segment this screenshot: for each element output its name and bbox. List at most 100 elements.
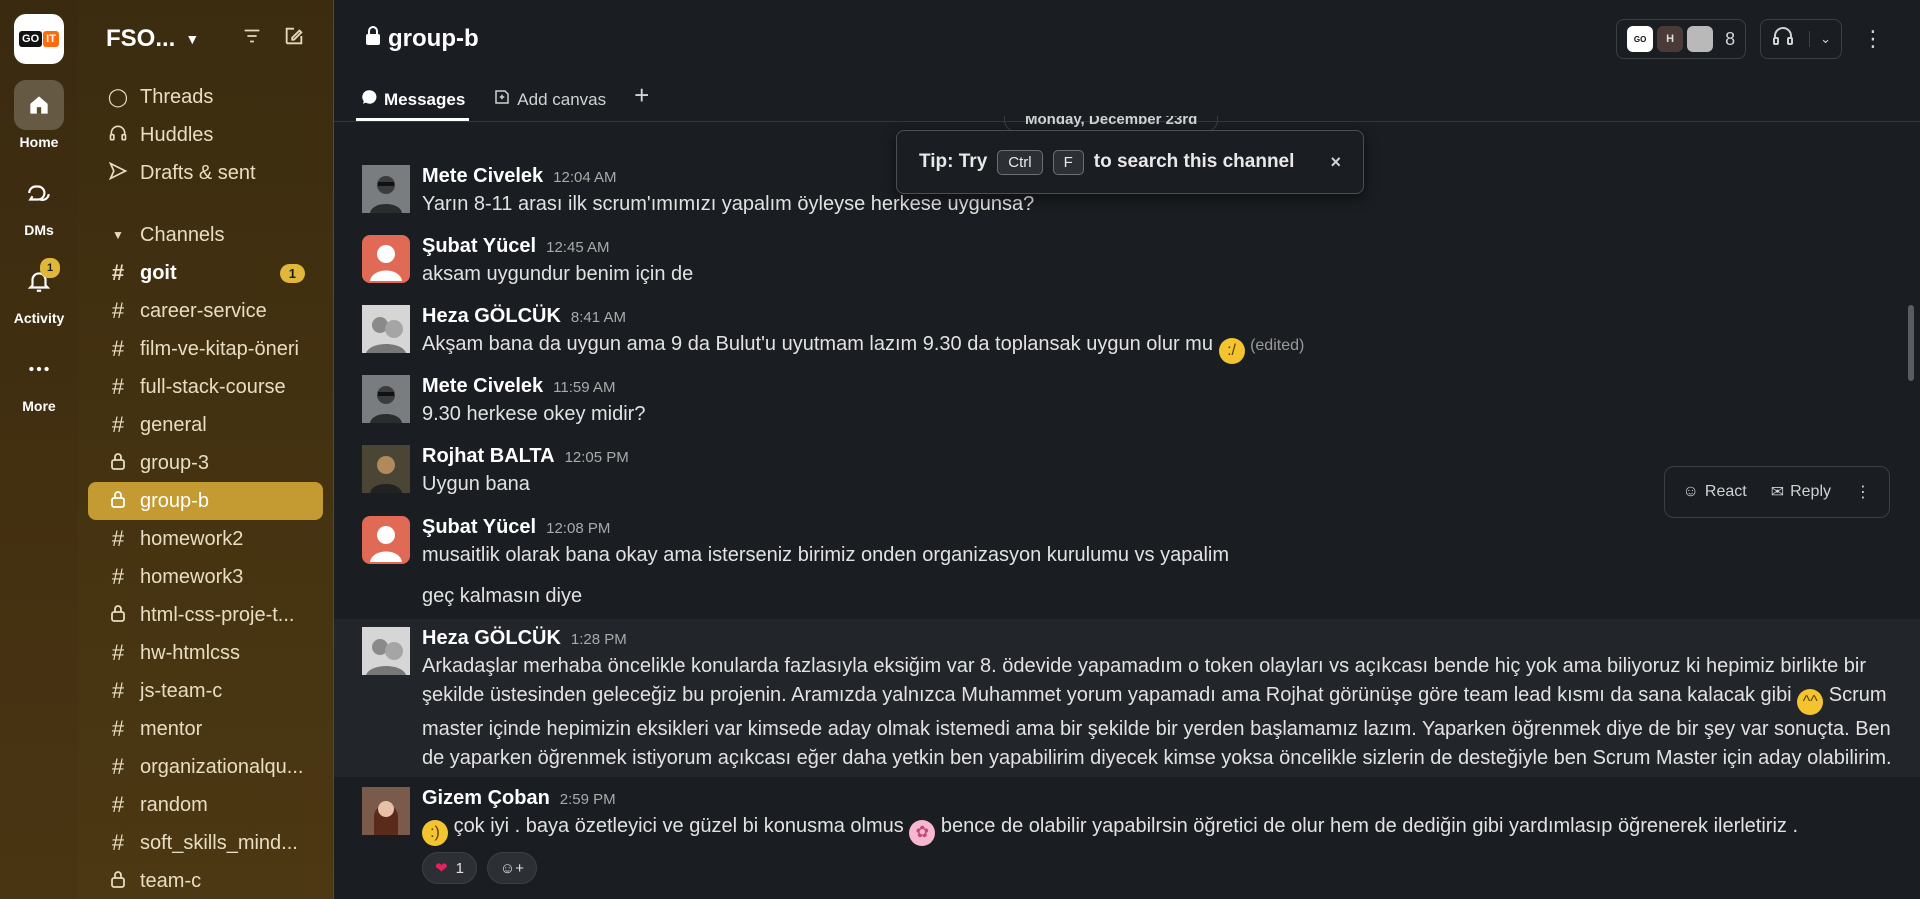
message-author[interactable]: Mete Civelek xyxy=(422,375,543,398)
chevron-down-icon[interactable]: ⌄ xyxy=(1809,31,1831,47)
message-text: Yarın 8-11 arası ilk scrum'ımımızı yapal… xyxy=(422,193,1035,215)
huddle-button[interactable]: ⌄ xyxy=(1760,19,1842,59)
tab-add-canvas[interactable]: Add canvas xyxy=(489,88,610,121)
rail-home[interactable]: Home xyxy=(0,80,78,150)
rail-more[interactable]: More xyxy=(0,344,78,414)
nav-threads-label: Threads xyxy=(140,85,214,108)
send-icon xyxy=(106,161,130,186)
channel-item[interactable]: # homework3 xyxy=(88,558,323,596)
tab-messages[interactable]: Messages xyxy=(356,88,470,121)
channel-item[interactable]: # hw-htmlcss xyxy=(88,634,323,672)
message[interactable]: Heza GÖLCÜK 8:41 AM Akşam bana da uygun … xyxy=(362,305,1902,364)
channel-item[interactable]: # career-service xyxy=(88,292,323,330)
nav-drafts[interactable]: Drafts & sent xyxy=(88,154,323,192)
message-author[interactable]: Rojhat BALTA xyxy=(422,445,555,468)
channel-item[interactable]: # goit 1 xyxy=(88,254,323,292)
channel-label: full-stack-course xyxy=(140,375,286,398)
avatar[interactable] xyxy=(362,787,410,835)
channel-sidebar: FSO... ▼ ◯ Threads Huddles Drafts & sent… xyxy=(78,0,334,899)
avatar[interactable] xyxy=(362,165,410,213)
message-time[interactable]: 12:04 AM xyxy=(553,169,616,186)
message-text-part-a: Arkadaşlar merhaba öncelikle konularda f… xyxy=(422,655,1867,706)
message-text-body: Akşam bana da uygun ama 9 da Bulut'u uyu… xyxy=(422,333,1213,355)
message-text: musaitlik olarak bana okay ama isterseni… xyxy=(422,544,1230,566)
hash-icon: # xyxy=(111,374,125,399)
channel-item[interactable]: # js-team-c xyxy=(88,672,323,710)
workspace-header: FSO... ▼ xyxy=(78,0,333,78)
filter-icon[interactable] xyxy=(241,25,263,53)
more-icon xyxy=(14,344,64,394)
message-author[interactable]: Şubat Yücel xyxy=(422,235,536,258)
nav-huddles[interactable]: Huddles xyxy=(88,116,323,154)
avatar[interactable] xyxy=(362,235,410,283)
channels-section-header[interactable]: ▼ Channels xyxy=(88,216,323,254)
reaction-count: 1 xyxy=(455,859,464,877)
close-icon[interactable]: × xyxy=(1330,152,1341,173)
message-author[interactable]: Şubat Yücel xyxy=(422,516,536,539)
rail-dms[interactable]: DMs xyxy=(0,168,78,238)
channel-label: mentor xyxy=(140,717,203,740)
message-time[interactable]: 11:59 AM xyxy=(553,379,615,396)
workspace-logo[interactable]: GO IT xyxy=(14,14,64,64)
member-count: 8 xyxy=(1725,28,1736,49)
avatar[interactable] xyxy=(362,305,410,353)
message-time[interactable]: 12:05 PM xyxy=(565,449,629,466)
channel-item[interactable]: # mentor xyxy=(88,710,323,748)
kebab-menu-icon[interactable]: ⋮ xyxy=(1856,26,1890,52)
add-reaction-button[interactable]: ☺+ xyxy=(486,852,537,884)
hash-icon: # xyxy=(111,830,125,855)
channel-item[interactable]: team-c xyxy=(88,862,323,899)
channel-title[interactable]: group-b xyxy=(364,25,479,53)
message[interactable]: Şubat Yücel 12:08 PM musaitlik olarak ba… xyxy=(362,516,1902,611)
channel-label: organizationalqu... xyxy=(140,755,304,778)
reply-button[interactable]: ✉ Reply xyxy=(1771,482,1831,502)
channel-item[interactable]: # general xyxy=(88,406,323,444)
channel-item[interactable]: html-css-proje-t... xyxy=(88,596,323,634)
message[interactable]: Gizem Çoban 2:59 PM :) çok iyi . baya öz… xyxy=(362,787,1902,884)
message-author[interactable]: Gizem Çoban xyxy=(422,787,550,810)
more-actions-button[interactable]: ⋮ xyxy=(1855,482,1871,502)
channel-item[interactable]: # film-ve-kitap-öneri xyxy=(88,330,323,368)
search-tip: Tip: Try Ctrl F to search this channel × xyxy=(896,130,1364,194)
unread-badge: 1 xyxy=(279,263,305,283)
message[interactable]: Mete Civelek 11:59 AM 9.30 herkese okey … xyxy=(362,375,1902,429)
channel-label: hw-htmlcss xyxy=(140,641,241,664)
channel-item[interactable]: # homework2 xyxy=(88,520,323,558)
message-author[interactable]: Heza GÖLCÜK xyxy=(422,627,561,650)
avatar[interactable] xyxy=(362,375,410,423)
message-time[interactable]: 12:08 PM xyxy=(546,520,610,537)
message-time[interactable]: 1:28 PM xyxy=(571,631,627,648)
message-author[interactable]: Mete Civelek xyxy=(422,165,543,188)
channel-item[interactable]: group-b xyxy=(88,482,323,520)
channel-item[interactable]: # random xyxy=(88,786,323,824)
react-button[interactable]: ☺ React xyxy=(1683,483,1747,501)
members-button[interactable]: GO H 8 xyxy=(1616,19,1747,59)
lock-icon xyxy=(106,452,130,475)
avatar[interactable] xyxy=(362,516,410,564)
logo-text-left: GO xyxy=(19,31,43,47)
message-time[interactable]: 2:59 PM xyxy=(560,791,616,808)
channel-item[interactable]: # soft_skills_mind... xyxy=(88,824,323,862)
message-time[interactable]: 8:41 AM xyxy=(571,309,626,326)
message[interactable]: Şubat Yücel 12:45 AM aksam uygundur beni… xyxy=(362,235,1902,289)
message-time[interactable]: 12:45 AM xyxy=(546,239,609,256)
avatar[interactable] xyxy=(362,445,410,493)
reaction-heart[interactable]: ❤ 1 xyxy=(422,852,477,884)
lock-icon xyxy=(106,604,130,627)
channel-item[interactable]: group-3 xyxy=(88,444,323,482)
workspace-switcher[interactable]: FSO... ▼ xyxy=(106,25,199,53)
channel-item[interactable]: # full-stack-course xyxy=(88,368,323,406)
channel-item[interactable]: # organizationalqu... xyxy=(88,748,323,786)
tab-add[interactable]: + xyxy=(630,80,653,121)
message-author[interactable]: Heza GÖLCÜK xyxy=(422,305,561,328)
cherry-blossom-emoji-icon: ✿ xyxy=(909,820,936,846)
rail-activity[interactable]: 1 Activity xyxy=(0,256,78,326)
avatar[interactable] xyxy=(362,627,410,675)
nav-threads[interactable]: ◯ Threads xyxy=(88,78,323,116)
channel-label: goit xyxy=(140,261,177,284)
compose-icon[interactable] xyxy=(283,25,305,53)
channel-header: group-b GO H 8 ⌄ ⋮ xyxy=(334,0,1920,78)
hash-icon: # xyxy=(111,260,125,285)
message[interactable]: Heza GÖLCÜK 1:28 PM Arkadaşlar merhaba ö… xyxy=(362,627,1902,773)
scrollbar[interactable] xyxy=(1908,305,1914,381)
